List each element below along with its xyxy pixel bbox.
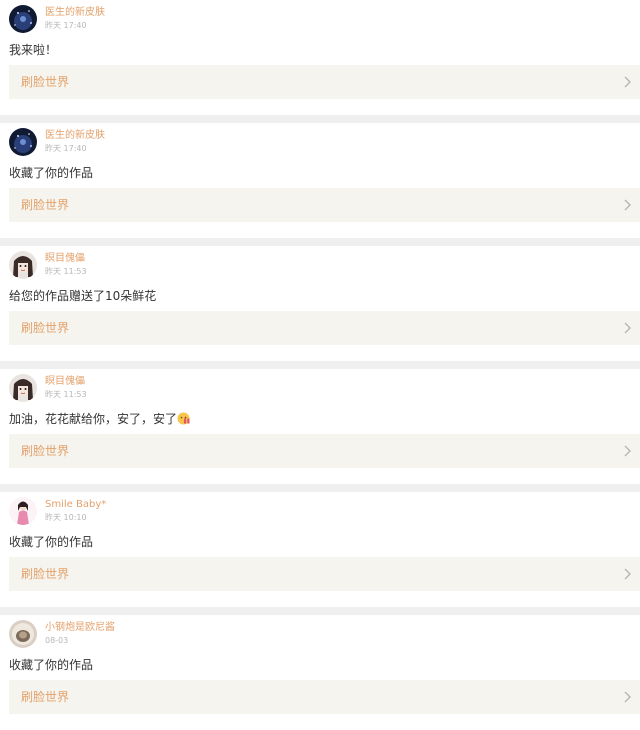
message-text: 给您的作品赠送了10朵鲜花 xyxy=(9,289,157,303)
timestamp: 昨天 17:40 xyxy=(45,144,87,153)
work-title: 刷脸世界 xyxy=(21,567,70,581)
timestamp: 昨天 11:53 xyxy=(45,390,87,399)
notification-card: 瞑目傀儡 昨天 11:53 给您的作品赠送了10朵鲜花 刷脸世界 xyxy=(0,246,640,361)
username[interactable]: 医生的新皮肤 xyxy=(45,130,105,142)
gift-emoji-icon xyxy=(177,412,190,425)
work-title: 刷脸世界 xyxy=(21,198,70,212)
chevron-right-icon xyxy=(624,691,631,703)
work-title: 刷脸世界 xyxy=(21,321,70,335)
username[interactable]: 瞑目傀儡 xyxy=(45,253,85,265)
notification-card: 瞑目傀儡 昨天 11:53 加油，花花献给你，安了，安了 刷脸世界 xyxy=(0,369,640,484)
work-title: 刷脸世界 xyxy=(21,444,70,458)
timestamp: 08-03 xyxy=(45,636,69,645)
avatar[interactable] xyxy=(9,620,37,648)
message-text: 收藏了你的作品 xyxy=(9,658,94,672)
avatar[interactable] xyxy=(9,497,37,525)
chevron-right-icon xyxy=(624,568,631,580)
work-link[interactable]: 刷脸世界 xyxy=(9,65,640,99)
notification-feed: 医生的新皮肤 昨天 17:40 我来啦！ 刷脸世界 医生的新皮肤 昨天 17:4… xyxy=(0,0,640,730)
message-text: 收藏了你的作品 xyxy=(9,166,94,180)
chevron-right-icon xyxy=(624,322,631,334)
username[interactable]: Smile Baby* xyxy=(45,499,106,511)
username[interactable]: 小钢炮是欧尼酱 xyxy=(45,622,115,634)
username[interactable]: 瞑目傀儡 xyxy=(45,376,85,388)
notification-card: 小钢炮是欧尼酱 08-03 收藏了你的作品 刷脸世界 xyxy=(0,615,640,730)
message-text: 我来啦！ xyxy=(9,43,58,57)
work-link[interactable]: 刷脸世界 xyxy=(9,434,640,468)
notification-card: Smile Baby* 昨天 10:10 收藏了你的作品 刷脸世界 xyxy=(0,492,640,607)
avatar[interactable] xyxy=(9,374,37,402)
chevron-right-icon xyxy=(624,76,631,88)
message-text: 加油，花花献给你，安了，安了 xyxy=(9,411,190,427)
chevron-right-icon xyxy=(624,445,631,457)
work-link[interactable]: 刷脸世界 xyxy=(9,680,640,714)
chevron-right-icon xyxy=(624,199,631,211)
notification-card: 医生的新皮肤 昨天 17:40 我来啦！ 刷脸世界 xyxy=(0,0,640,115)
notification-card: 医生的新皮肤 昨天 17:40 收藏了你的作品 刷脸世界 xyxy=(0,123,640,238)
timestamp: 昨天 17:40 xyxy=(45,21,87,30)
work-title: 刷脸世界 xyxy=(21,75,70,89)
avatar[interactable] xyxy=(9,5,37,33)
work-link[interactable]: 刷脸世界 xyxy=(9,557,640,591)
avatar[interactable] xyxy=(9,128,37,156)
work-link[interactable]: 刷脸世界 xyxy=(9,311,640,345)
message-text: 收藏了你的作品 xyxy=(9,535,94,549)
timestamp: 昨天 10:10 xyxy=(45,513,87,522)
username[interactable]: 医生的新皮肤 xyxy=(45,7,105,19)
avatar[interactable] xyxy=(9,251,37,279)
work-link[interactable]: 刷脸世界 xyxy=(9,188,640,222)
work-title: 刷脸世界 xyxy=(21,690,70,704)
message-body: 加油，花花献给你，安了，安了 xyxy=(9,412,178,426)
timestamp: 昨天 11:53 xyxy=(45,267,87,276)
